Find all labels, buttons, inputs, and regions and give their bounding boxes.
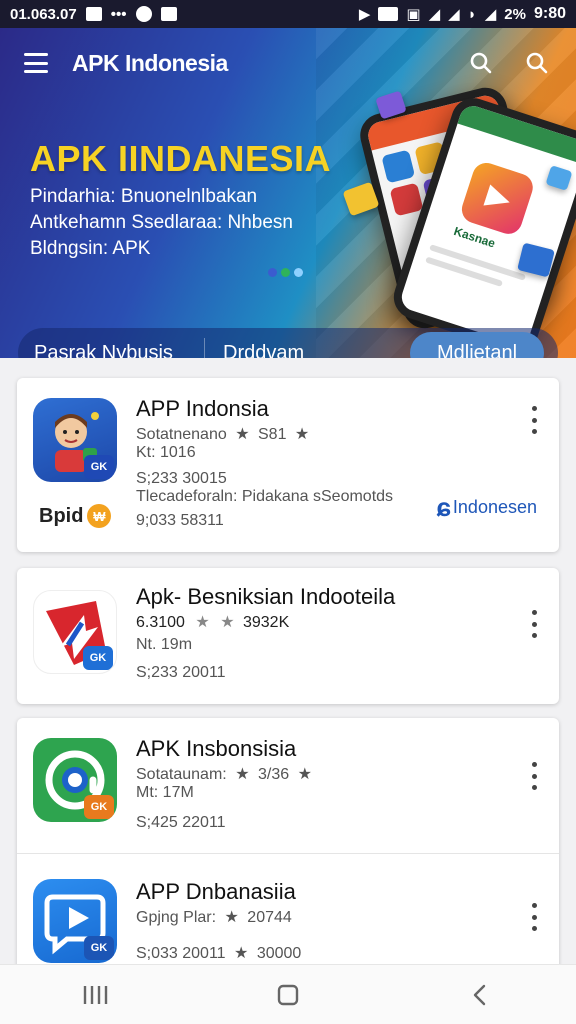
star-icon: ★: [195, 614, 210, 631]
app-date: S;233 20011: [136, 664, 226, 681]
app-developer: Tlecadeforaln: Pidakana sSeomotds: [136, 488, 394, 505]
at-sign-icon: GK: [33, 738, 117, 822]
app-card[interactable]: GK APP Indonsia Sotatnenano ★ S81 ★ Kt: …: [17, 378, 559, 552]
nfc-icon: ▣: [406, 6, 421, 23]
system-nav-bar: [0, 964, 576, 1024]
hamburger-menu-icon[interactable]: [24, 53, 48, 73]
image-icon: [160, 7, 177, 21]
category-tabs: Pasrak Nybusis Drddvam Mdlietanl: [18, 328, 558, 358]
coin-icon: ₩: [87, 504, 112, 528]
star-icon: ★: [224, 909, 239, 926]
more-options-icon[interactable]: [529, 610, 539, 638]
avatar-character-icon: GK: [33, 398, 117, 482]
cast-icon: [378, 7, 399, 21]
tab-drddvam[interactable]: Drddvam: [205, 328, 304, 359]
signal-bars-icon: ◢: [484, 6, 497, 23]
battery-text: 2%: [504, 5, 526, 23]
home-icon[interactable]: [258, 970, 318, 1020]
tab-pasrak[interactable]: Pasrak Nybusis: [18, 328, 204, 359]
gk-badge: GK: [84, 936, 114, 960]
hero-line: Antkehamn Ssedlaraa: Nhbesn: [30, 212, 293, 233]
app-meta: Gpjng Plar: ★ 20744: [136, 909, 292, 926]
star-icon: ★: [235, 426, 250, 443]
hero-banner: APK Indonesia APK IINDANESIA Pindarhia: …: [0, 28, 576, 358]
gk-badge: GK: [84, 795, 114, 819]
star-icon: ★: [220, 614, 235, 631]
status-bar: 01.063.07 ••• ▶ ▣ ◢ ◢ ◗ ◢ 2% 9:80: [0, 0, 576, 28]
arrow-up-icon: GK: [33, 590, 117, 674]
app-title: APK Indonesia: [72, 49, 228, 76]
indonesia-badge: ɕ Indonesen: [436, 492, 537, 522]
app-size: Mt: 17M: [136, 784, 194, 801]
hero-text: Pindarhia: Bnuonelnlbakan Antkehamn Ssed…: [30, 184, 293, 262]
notification-icon: [85, 7, 102, 21]
hero-line: Pindarhia: Bnuonelnlbakan: [30, 186, 258, 207]
star-icon: ★: [297, 766, 312, 783]
app-date: S;233 30015: [136, 470, 227, 487]
app-card[interactable]: GK Apk- Besniksian Indooteila 6.3100 ★ ★…: [17, 568, 559, 704]
signal-icon-2: ◢: [448, 6, 460, 23]
status-clock: 9:80: [533, 5, 566, 22]
signal-icon: ◢: [428, 6, 441, 23]
search-icon-2[interactable]: [522, 48, 552, 78]
star-icon: ★: [294, 426, 310, 443]
app-meta: Sotataunam: ★ 3/36 ★: [136, 766, 312, 783]
tab-active[interactable]: Mdlietanl: [410, 332, 544, 358]
status-time-left: 01.063.07: [10, 5, 77, 23]
app-date: S;033 20011 ★ 30000: [136, 945, 302, 962]
app-size: Nt. 19m: [136, 636, 193, 653]
play-icon: ▶: [358, 6, 371, 23]
back-icon[interactable]: [450, 970, 510, 1020]
app-meta: Sotatnenano ★ S81 ★: [136, 426, 310, 443]
carousel-indicator[interactable]: [268, 268, 303, 277]
play-chat-icon: GK: [33, 879, 117, 963]
more-options-icon[interactable]: [529, 406, 539, 434]
app-card[interactable]: GK APP Dnbanasiia Gpjng Plar: ★ 20744 S;…: [17, 855, 559, 968]
brand-mark-icon: ɕ: [436, 492, 451, 522]
circle-icon: [135, 6, 152, 22]
app-card[interactable]: GK APK Insbonsisia Sotataunam: ★ 3/36 ★ …: [17, 718, 559, 854]
search-icon[interactable]: [466, 48, 496, 78]
app-size: Kt: 1016: [136, 444, 196, 461]
app-meta: 6.3100 ★ ★ 3932K: [136, 614, 290, 631]
more-options-icon[interactable]: [529, 903, 539, 931]
hero-line: Bldngsin: APK: [30, 238, 151, 259]
app-date: S;425 22011: [136, 814, 226, 831]
app-name: APK Insbonsisia: [136, 736, 297, 761]
star-icon: ★: [235, 766, 250, 783]
app-version: 9;033 58311: [136, 512, 224, 529]
more-options-icon[interactable]: [529, 762, 539, 790]
wifi-icon: ◗: [467, 5, 477, 23]
star-icon: ★: [234, 945, 249, 962]
brand-logo: Bpid ₩: [39, 504, 112, 528]
gk-badge: GK: [84, 455, 114, 479]
app-name: APP Indonsia: [136, 396, 269, 421]
hero-heading: APK IINDANESIA: [30, 138, 332, 179]
app-name: Apk- Besniksian Indooteila: [136, 584, 396, 609]
app-name: APP Dnbanasiia: [136, 879, 296, 904]
gk-badge: GK: [83, 646, 113, 670]
more-dots-icon: •••: [110, 5, 127, 23]
recents-icon[interactable]: [66, 970, 126, 1020]
app-card-group: GK APK Insbonsisia Sotataunam: ★ 3/36 ★ …: [17, 718, 559, 968]
